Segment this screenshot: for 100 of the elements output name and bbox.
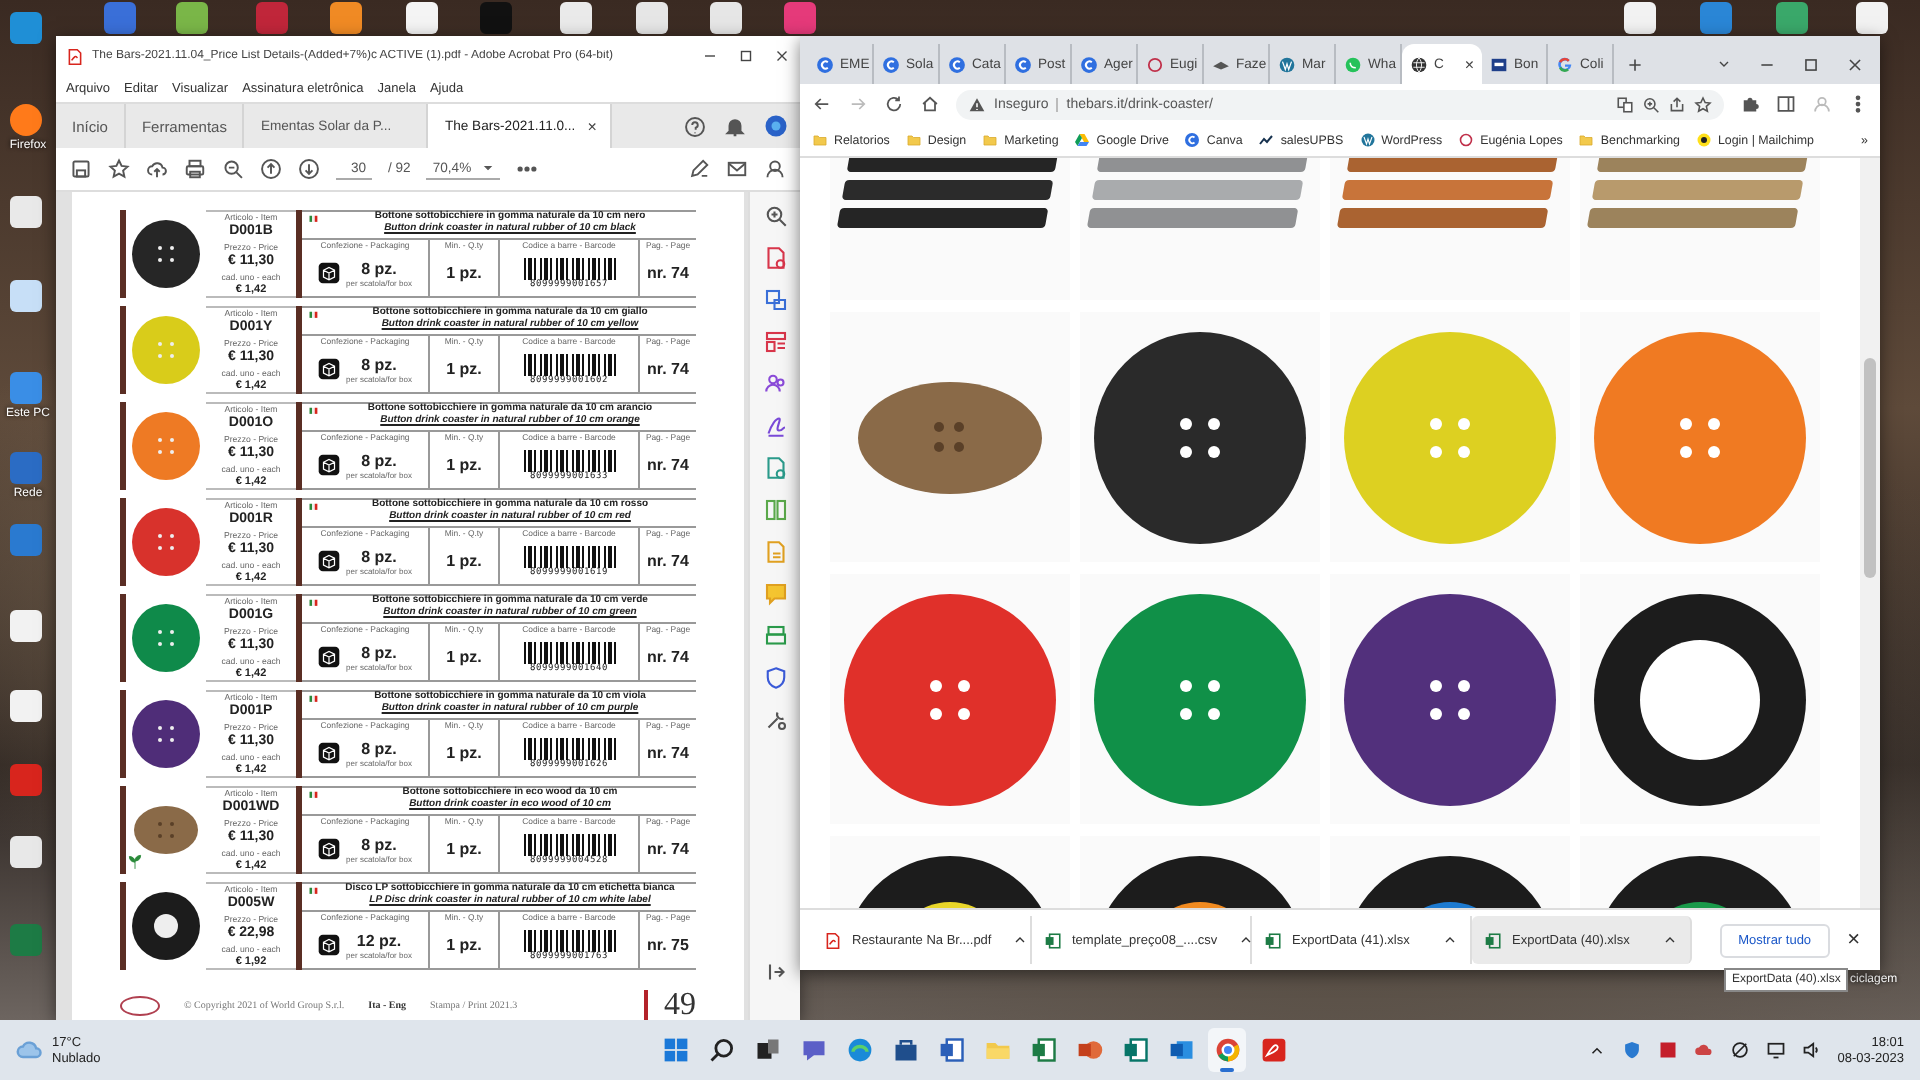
tools-icon[interactable] bbox=[763, 708, 787, 732]
packaging-quantity: 8 pz. bbox=[361, 259, 397, 277]
cloud-icon[interactable] bbox=[1693, 1040, 1714, 1060]
packaging-quantity: 8 pz. bbox=[361, 739, 397, 757]
page-up-icon[interactable] bbox=[260, 158, 282, 180]
caret-up-icon[interactable] bbox=[1237, 932, 1254, 948]
barcode-drawing bbox=[523, 257, 615, 279]
desktop-app-icon bbox=[1856, 2, 1888, 34]
compare-icon[interactable] bbox=[763, 498, 787, 522]
barcode-drawing bbox=[523, 641, 615, 663]
desktop-app-icon bbox=[10, 610, 42, 642]
close-icon[interactable] bbox=[774, 48, 790, 64]
close-button[interactable]: × bbox=[1847, 928, 1860, 952]
catalog-page: nr. 75 bbox=[647, 934, 689, 958]
zoom-out-icon[interactable] bbox=[222, 158, 244, 180]
barcode-drawing bbox=[523, 737, 615, 759]
chevron-down-icon[interactable] bbox=[1716, 56, 1732, 72]
user-add-icon[interactable] bbox=[764, 158, 786, 180]
desktop-app-icon bbox=[1624, 2, 1656, 34]
help-icon[interactable] bbox=[684, 115, 706, 137]
expand-panel-icon[interactable] bbox=[763, 960, 787, 984]
share-icon[interactable] bbox=[1668, 95, 1686, 113]
avatar-icon[interactable] bbox=[764, 114, 788, 138]
page-down-icon[interactable] bbox=[298, 158, 320, 180]
mail-app-icon bbox=[1167, 1036, 1195, 1064]
network-off-icon[interactable] bbox=[1729, 1040, 1750, 1060]
desktop-app-icon bbox=[710, 2, 742, 34]
mail-icon[interactable] bbox=[726, 158, 748, 180]
shopping-bag-icon bbox=[891, 1036, 919, 1064]
w-logo-icon bbox=[1278, 55, 1296, 73]
brand-logo-icon bbox=[120, 996, 160, 1016]
people-icon[interactable] bbox=[763, 372, 787, 396]
puzzle-icon[interactable] bbox=[1740, 94, 1760, 114]
box-icon bbox=[318, 550, 341, 572]
scan-icon[interactable] bbox=[763, 624, 787, 648]
pdf-file-icon bbox=[66, 47, 84, 65]
maximize-icon[interactable] bbox=[1802, 55, 1820, 73]
square-app-icon[interactable] bbox=[1657, 1040, 1678, 1060]
chat-bubble-icon bbox=[1344, 55, 1362, 73]
shield-icon[interactable] bbox=[1621, 1040, 1642, 1060]
star-icon[interactable] bbox=[108, 158, 130, 180]
minimum-quantity: 1 pz. bbox=[446, 838, 482, 862]
c-logo-icon bbox=[882, 55, 900, 73]
translate-icon[interactable] bbox=[1616, 95, 1634, 113]
pen-icon[interactable] bbox=[688, 158, 710, 180]
spreadsheet-icon bbox=[1264, 931, 1282, 949]
g-logo-icon bbox=[1556, 55, 1574, 73]
new-tab-icon[interactable] bbox=[1626, 56, 1644, 74]
cloud-upload-icon[interactable] bbox=[146, 158, 168, 180]
zoom-icon[interactable] bbox=[1642, 95, 1660, 113]
caret-up-icon[interactable] bbox=[1442, 932, 1458, 948]
minimum-quantity: 1 pz. bbox=[446, 742, 482, 766]
speaker-icon[interactable] bbox=[1801, 1040, 1822, 1060]
folder-icon bbox=[812, 132, 828, 148]
caret-up-icon[interactable] bbox=[1011, 932, 1028, 948]
ring-icon bbox=[1458, 132, 1475, 148]
monitor-icon[interactable] bbox=[1765, 1040, 1786, 1060]
ring-icon bbox=[1146, 55, 1164, 73]
desktop-app-icon bbox=[1776, 2, 1808, 34]
barcode-drawing bbox=[523, 833, 615, 855]
shield-icon[interactable] bbox=[763, 666, 787, 690]
desktop-app-icon bbox=[10, 524, 42, 556]
box-icon bbox=[318, 454, 341, 476]
swirl-icon bbox=[845, 1036, 873, 1064]
save-icon[interactable] bbox=[70, 158, 92, 180]
back-icon[interactable] bbox=[812, 94, 832, 114]
reload-icon[interactable] bbox=[884, 94, 904, 114]
zoom-in-icon[interactable] bbox=[763, 204, 787, 228]
close-tab-button[interactable]: × bbox=[587, 117, 597, 135]
edit-pdf-icon[interactable] bbox=[763, 456, 787, 480]
desktop-app-icon bbox=[10, 12, 42, 44]
sign-icon[interactable] bbox=[763, 414, 787, 438]
box-icon bbox=[318, 742, 341, 764]
printer-icon[interactable] bbox=[184, 158, 206, 180]
packaging-quantity: 8 pz. bbox=[361, 355, 397, 373]
chat-bubble-icon bbox=[799, 1036, 827, 1064]
c-logo-icon bbox=[816, 55, 834, 73]
maximize-icon[interactable] bbox=[738, 48, 754, 64]
desktop-app-icon bbox=[10, 280, 42, 312]
catalog-page: nr. 74 bbox=[647, 646, 689, 670]
close-icon[interactable] bbox=[1846, 55, 1864, 73]
task-view-icon bbox=[753, 1036, 781, 1064]
spreadsheet-icon bbox=[1029, 1036, 1057, 1064]
side-panel-icon[interactable] bbox=[1776, 94, 1796, 114]
triangle-logo-icon bbox=[1074, 132, 1091, 148]
home-icon[interactable] bbox=[920, 94, 940, 114]
document-app-icon bbox=[937, 1036, 965, 1064]
catalog-page: nr. 74 bbox=[647, 550, 689, 574]
export-icon[interactable] bbox=[763, 288, 787, 312]
box-icon bbox=[318, 646, 341, 668]
barcode-drawing bbox=[523, 929, 615, 951]
packaging-quantity: 8 pz. bbox=[361, 451, 397, 469]
layout-icon[interactable] bbox=[763, 330, 787, 354]
caret-up-icon[interactable] bbox=[1662, 932, 1678, 948]
bell-icon[interactable] bbox=[724, 115, 746, 137]
browser-app-icon bbox=[1213, 1036, 1241, 1064]
close-tab-button[interactable]: × bbox=[1464, 55, 1474, 73]
pdf-create-icon[interactable] bbox=[763, 246, 787, 270]
chart-icon bbox=[1258, 132, 1275, 148]
bookmark-star-icon[interactable] bbox=[1694, 95, 1712, 113]
